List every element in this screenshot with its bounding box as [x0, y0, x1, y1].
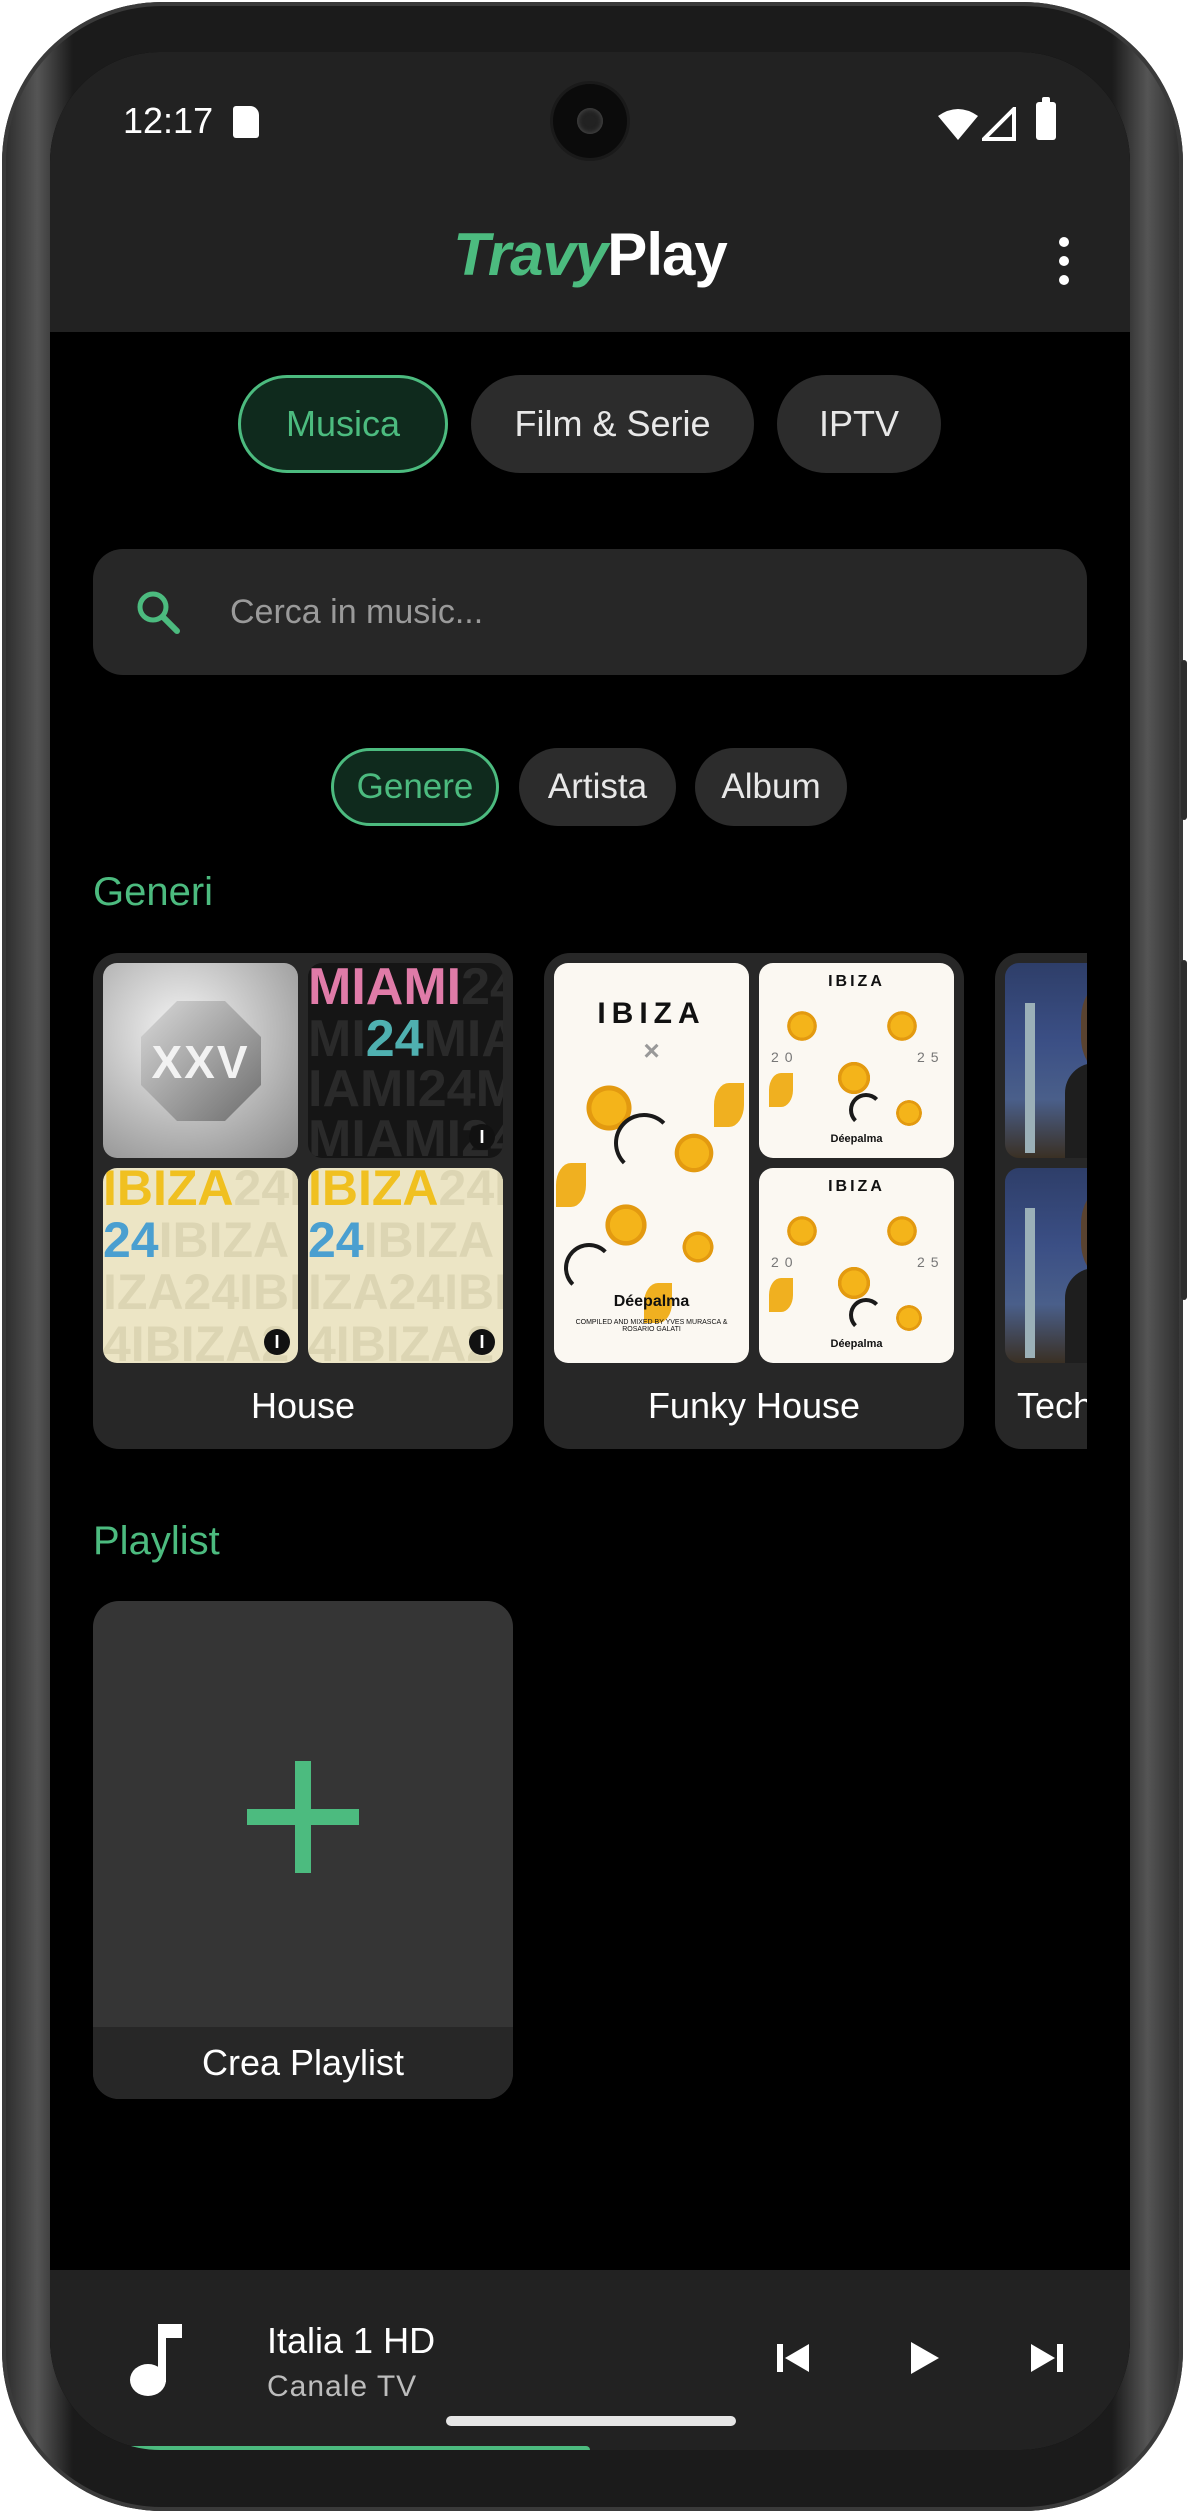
- play-icon[interactable]: [903, 2338, 943, 2378]
- now-playing-title: Italia 1 HD: [267, 2320, 436, 2361]
- now-playing-subtitle: Canale TV: [267, 2370, 418, 2403]
- volume-button: [1181, 660, 1187, 820]
- app-title-play: Play: [607, 221, 727, 288]
- battery-icon: [1036, 97, 1056, 140]
- genre-name: Funky House: [647, 1385, 861, 1426]
- genre-card-funky-house[interactable]: IBIZA × Déepalma COMPILED AND MIXED BY Y…: [544, 953, 964, 1449]
- album-art: IBIZA × Déepalma COMPILED AND MIXED BY Y…: [554, 963, 749, 1363]
- album-art: MIAMI24 MI24MIAM IAMI24M MIAMI24 I: [308, 963, 503, 1158]
- genres-title: Generi: [93, 870, 214, 914]
- screen: 12:17 TravyPlay Musica Film & Serie IPTV…: [50, 52, 1130, 2450]
- wifi-icon: [938, 109, 978, 140]
- music-note-icon: [130, 2324, 182, 2396]
- genre-card-tech[interactable]: Tech: [995, 953, 1087, 1449]
- label-badge: I: [264, 1329, 290, 1355]
- playlist-title: Playlist: [93, 1519, 220, 1563]
- more-options-icon[interactable]: [1059, 237, 1071, 291]
- status-time: 12:17: [123, 100, 214, 141]
- filter-artista[interactable]: Artista: [519, 748, 676, 826]
- search-icon: [137, 591, 180, 634]
- skip-next-icon[interactable]: [1027, 2338, 1067, 2378]
- genres-carousel[interactable]: XXV MIAMI24 MI24MIAM IAMI24M MIAMI24 I I…: [93, 953, 1087, 1453]
- app-title: TravyPlay: [50, 220, 1130, 289]
- tab-iptv[interactable]: IPTV: [777, 375, 941, 473]
- genre-name: House: [250, 1385, 356, 1426]
- tab-film-serie[interactable]: Film & Serie: [471, 375, 754, 473]
- progress-fill: [110, 2446, 590, 2450]
- album-art: IBIZA24I 24IBIZA IZA24IBI 4IBIZA2 I: [103, 1168, 298, 1363]
- front-camera: [553, 84, 627, 158]
- search-input[interactable]: [230, 549, 1050, 675]
- filter-album[interactable]: Album: [695, 748, 847, 826]
- album-art: XXV: [103, 963, 298, 1158]
- skip-previous-icon[interactable]: [773, 2338, 813, 2378]
- app-bar: 12:17 TravyPlay: [50, 52, 1130, 332]
- create-playlist-label: Crea Playlist: [93, 2027, 513, 2099]
- album-art: [1005, 963, 1087, 1158]
- power-button: [1181, 960, 1187, 1300]
- label-badge: I: [469, 1124, 495, 1150]
- album-art: [1005, 1168, 1087, 1363]
- genre-card-house[interactable]: XXV MIAMI24 MI24MIAM IAMI24M MIAMI24 I I…: [93, 953, 513, 1449]
- album-art: IBIZA 20 25 Déepalma: [759, 963, 954, 1158]
- playback-progress[interactable]: [110, 2446, 1070, 2450]
- tab-musica[interactable]: Musica: [238, 375, 448, 473]
- signal-icon: [982, 107, 1016, 141]
- sd-card-icon: [233, 106, 259, 138]
- home-indicator[interactable]: [446, 2416, 736, 2426]
- main-tabs: Musica Film & Serie IPTV: [50, 375, 1130, 475]
- album-art: IBIZA 20 25 Déepalma: [759, 1168, 954, 1363]
- genre-name: Tech: [1017, 1385, 1087, 1426]
- filter-genere[interactable]: Genere: [331, 748, 499, 826]
- label-badge: I: [469, 1329, 495, 1355]
- album-art: IBIZA24I 24IBIZA IZA24IBI 4IBIZA2 I: [308, 1168, 503, 1363]
- search-bar: [93, 549, 1087, 675]
- create-playlist-card[interactable]: Crea Playlist: [93, 1601, 513, 2099]
- app-title-travy: Travy: [453, 221, 608, 288]
